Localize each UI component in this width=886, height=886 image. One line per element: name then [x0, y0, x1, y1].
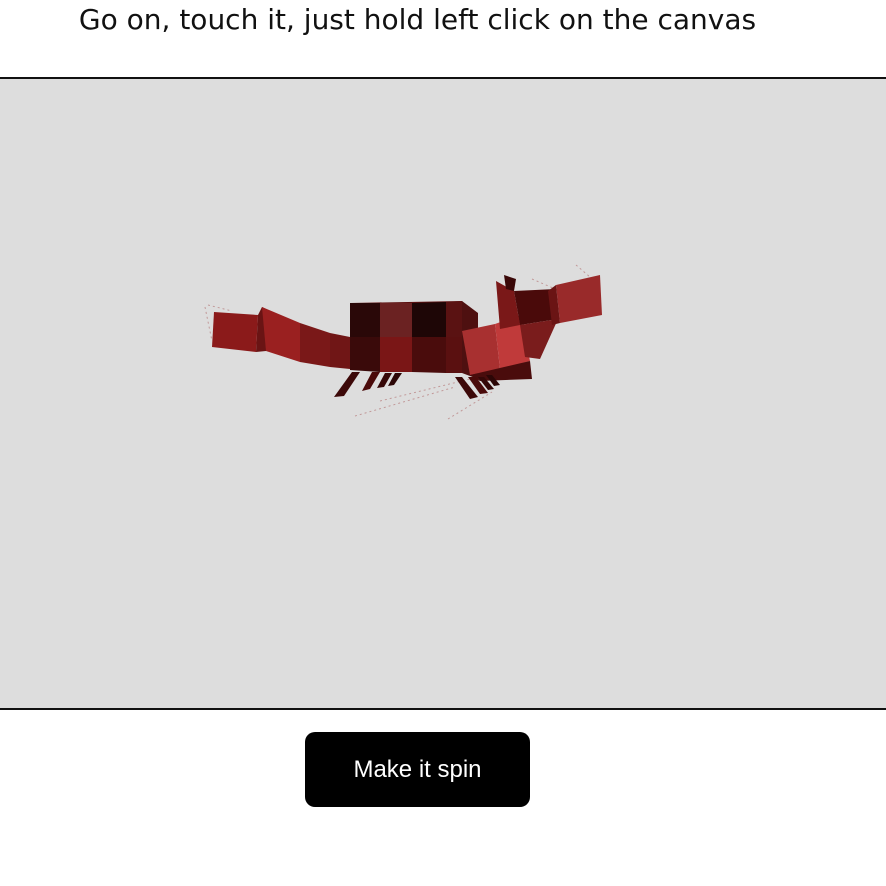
3d-viewport[interactable] [0, 79, 886, 708]
fox-tail [212, 307, 350, 369]
fox-body [350, 301, 478, 379]
3d-canvas[interactable] [0, 77, 886, 710]
page: Go on, touch it, just hold left click on… [0, 0, 886, 886]
fox-model-icon [204, 264, 602, 420]
instruction-text: Go on, touch it, just hold left click on… [78, 3, 757, 36]
make-it-spin-button[interactable]: Make it spin [305, 732, 530, 807]
